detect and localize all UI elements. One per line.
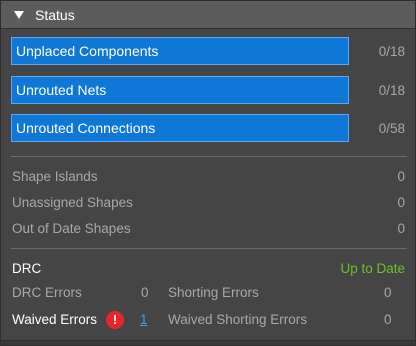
unplaced-components-bar[interactable]: Unplaced Components	[11, 37, 349, 65]
unrouted-nets-row[interactable]: Unrouted Nets 0/18	[11, 75, 407, 105]
drc-label: DRC	[12, 260, 42, 276]
shape-islands-row: Shape Islands 0	[12, 167, 405, 185]
unrouted-connections-count: 0/58	[378, 120, 405, 136]
drc-row: DRC Up to Date	[12, 259, 405, 277]
divider	[11, 248, 407, 249]
unrouted-nets-bar[interactable]: Unrouted Nets	[11, 76, 349, 104]
out-of-date-shapes-row: Out of Date Shapes 0	[12, 219, 405, 237]
shorting-errors-value: 0	[384, 285, 392, 300]
waived-shorting-errors-label: Waived Shorting Errors	[168, 312, 308, 327]
unrouted-nets-count: 0/18	[378, 82, 405, 98]
section-title: Status	[35, 6, 75, 23]
unrouted-connections-bar[interactable]: Unrouted Connections	[11, 114, 349, 142]
bar-label: Unrouted Nets	[16, 82, 107, 98]
shape-islands-label: Shape Islands	[12, 168, 98, 184]
drc-errors-label: DRC Errors	[12, 285, 82, 300]
waived-shorting-errors-value: 0	[384, 312, 392, 327]
bar-label: Unrouted Connections	[16, 120, 156, 136]
status-panel: Status Unplaced Components 0/18 Unrouted…	[0, 0, 416, 346]
out-of-date-shapes-value: 0	[397, 220, 405, 236]
unassigned-shapes-label: Unassigned Shapes	[12, 194, 133, 210]
divider	[11, 156, 407, 157]
waived-errors-link[interactable]: 1	[140, 312, 148, 327]
status-section-header[interactable]: Status	[1, 1, 415, 29]
drc-errors-value: 0	[141, 285, 149, 300]
panel-bottom-edge	[1, 340, 415, 345]
unplaced-components-row[interactable]: Unplaced Components 0/18	[11, 36, 407, 66]
warning-icon: !	[106, 311, 124, 329]
shape-islands-value: 0	[397, 168, 405, 184]
unassigned-shapes-row: Unassigned Shapes 0	[12, 193, 405, 211]
unrouted-connections-row[interactable]: Unrouted Connections 0/58	[11, 113, 407, 143]
drc-status: Up to Date	[340, 260, 405, 276]
shorting-errors-label: Shorting Errors	[168, 285, 259, 300]
triangle-down-icon[interactable]	[14, 10, 24, 19]
unplaced-components-count: 0/18	[378, 43, 405, 59]
unassigned-shapes-value: 0	[397, 194, 405, 210]
waived-errors-label: Waived Errors	[12, 312, 98, 327]
bar-label: Unplaced Components	[16, 43, 159, 59]
out-of-date-shapes-label: Out of Date Shapes	[12, 220, 131, 236]
